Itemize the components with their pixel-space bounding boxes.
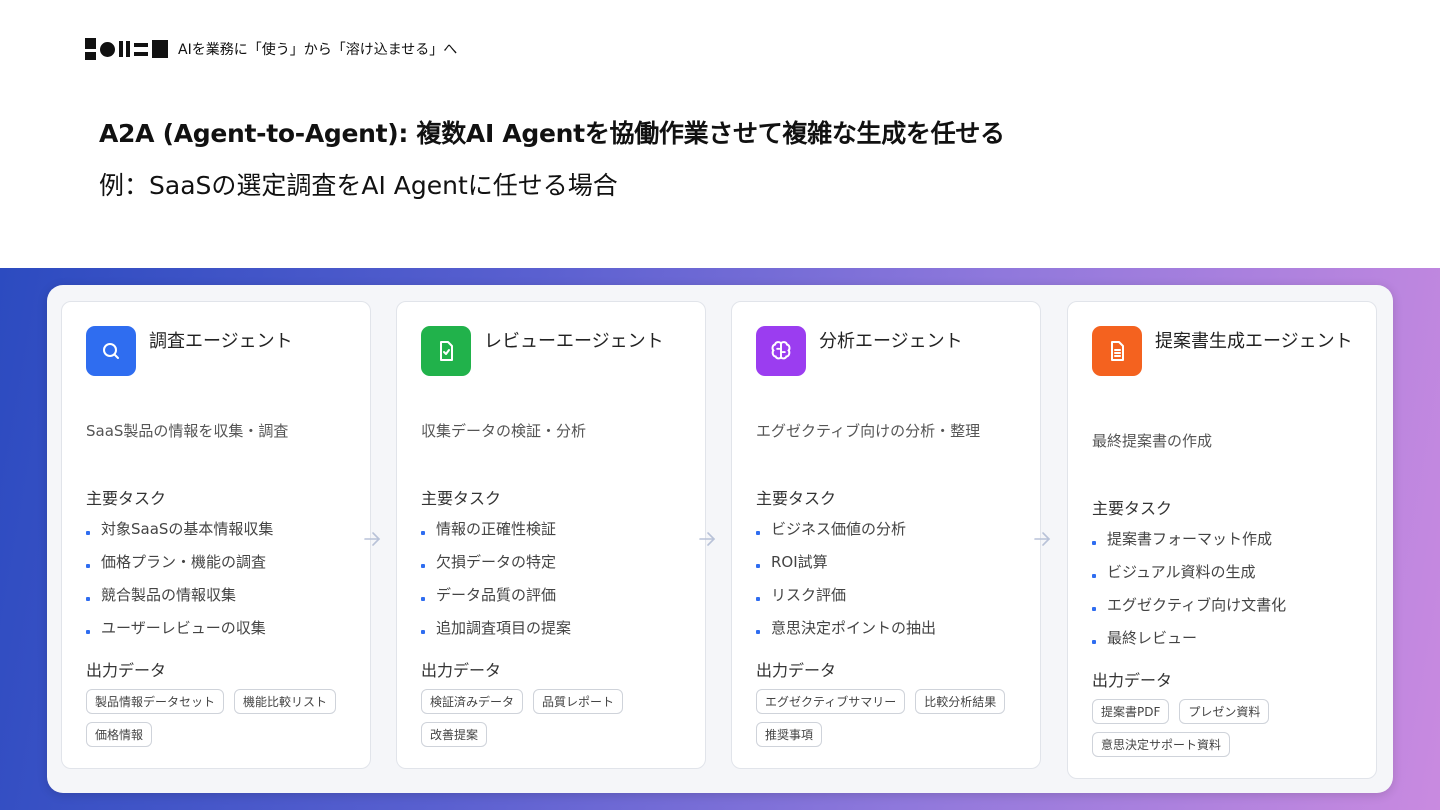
list-item: 情報の正確性検証	[421, 512, 571, 545]
task-list: 対象SaaSの基本情報収集 価格プラン・機能の調査 競合製品の情報収集 ユーザー…	[86, 512, 273, 644]
card-description: 収集データの検証・分析	[421, 422, 587, 440]
page-title: A2A (Agent-to-Agent): 複数AI Agentを協働作業させて…	[99, 119, 1005, 148]
arrow-right-icon	[364, 532, 381, 546]
output-tag: 比較分析結果	[915, 689, 1006, 714]
list-item: ROI試算	[756, 545, 936, 578]
task-list: 情報の正確性検証 欠損データの特定 データ品質の評価 追加調査項目の提案	[421, 512, 571, 644]
list-item: エグゼクティブ向け文書化	[1092, 588, 1286, 621]
list-item: ビジネス価値の分析	[756, 512, 936, 545]
list-item: 欠損データの特定	[421, 545, 571, 578]
arrow-right-icon	[1034, 532, 1051, 546]
task-list: ビジネス価値の分析 ROI試算 リスク評価 意思決定ポイントの抽出	[756, 512, 936, 644]
card-title: 調査エージェント	[149, 331, 293, 352]
arrow-right-icon	[699, 532, 716, 546]
output-tag: プレゼン資料	[1179, 699, 1270, 724]
tasks-heading: 主要タスク	[421, 489, 502, 508]
card-description: エグゼクティブ向けの分析・整理	[756, 422, 981, 440]
page-subtitle: 例：SaaSの選定調査をAI Agentに任せる場合	[99, 171, 618, 200]
output-tag: 機能比較リスト	[234, 689, 337, 714]
list-item: 意思決定ポイントの抽出	[756, 611, 936, 644]
output-tag: 品質レポート	[533, 689, 624, 714]
list-item: 提案書フォーマット作成	[1092, 522, 1286, 555]
list-item: 最終レビュー	[1092, 621, 1286, 654]
list-item: ユーザーレビューの収集	[86, 611, 273, 644]
list-item: データ品質の評価	[421, 578, 571, 611]
brain-icon	[756, 326, 806, 376]
output-tags: 提案書PDF プレゼン資料 意思決定サポート資料	[1092, 699, 1362, 757]
card-title: 提案書生成エージェント	[1155, 331, 1353, 352]
output-tag: 検証済みデータ	[421, 689, 524, 714]
tasks-heading: 主要タスク	[756, 489, 837, 508]
output-tag: 製品情報データセット	[86, 689, 225, 714]
list-item: リスク評価	[756, 578, 936, 611]
output-tags: 検証済みデータ 品質レポート 改善提案	[421, 689, 691, 747]
header-tagline: AIを業務に「使う」から「溶け込ませる」へ	[178, 42, 458, 58]
document-icon	[1092, 326, 1142, 376]
output-heading: 出力データ	[1092, 671, 1173, 690]
output-heading: 出力データ	[421, 661, 502, 680]
output-tags: エグゼクティブサマリー 比較分析結果 推奨事項	[756, 689, 1026, 747]
output-heading: 出力データ	[756, 661, 837, 680]
file-check-icon	[421, 326, 471, 376]
output-tag: 意思決定サポート資料	[1092, 732, 1231, 757]
search-icon	[86, 326, 136, 376]
output-tag: 提案書PDF	[1092, 699, 1170, 724]
list-item: 価格プラン・機能の調査	[86, 545, 273, 578]
output-tag: エグゼクティブサマリー	[756, 689, 906, 714]
card-title: レビューエージェント	[484, 331, 664, 352]
tasks-heading: 主要タスク	[86, 489, 167, 508]
card-title: 分析エージェント	[819, 331, 963, 352]
output-tag: 改善提案	[421, 722, 488, 747]
tasks-heading: 主要タスク	[1092, 499, 1173, 518]
output-tag: 推奨事項	[756, 722, 823, 747]
output-tags: 製品情報データセット 機能比較リスト 価格情報	[86, 689, 356, 747]
card-description: 最終提案書の作成	[1092, 432, 1213, 450]
list-item: 追加調査項目の提案	[421, 611, 571, 644]
list-item: ビジュアル資料の生成	[1092, 555, 1286, 588]
list-item: 競合製品の情報収集	[86, 578, 273, 611]
output-tag: 価格情報	[86, 722, 153, 747]
header: AIを業務に「使う」から「溶け込ませる」へ	[85, 36, 457, 62]
agent-card-research: 調査エージェント SaaS製品の情報を収集・調査 主要タスク 対象SaaSの基本…	[61, 301, 371, 769]
output-heading: 出力データ	[86, 661, 167, 680]
list-item: 対象SaaSの基本情報収集	[86, 512, 273, 545]
agent-card-analysis: 分析エージェント エグゼクティブ向けの分析・整理 主要タスク ビジネス価値の分析…	[731, 301, 1041, 769]
agent-card-proposal: 提案書生成エージェント 最終提案書の作成 主要タスク 提案書フォーマット作成 ビ…	[1067, 301, 1377, 779]
agent-card-review: レビューエージェント 収集データの検証・分析 主要タスク 情報の正確性検証 欠損…	[396, 301, 706, 769]
card-description: SaaS製品の情報を収集・調査	[86, 422, 289, 440]
task-list: 提案書フォーマット作成 ビジュアル資料の生成 エグゼクティブ向け文書化 最終レビ…	[1092, 522, 1286, 654]
company-logo	[85, 38, 168, 60]
